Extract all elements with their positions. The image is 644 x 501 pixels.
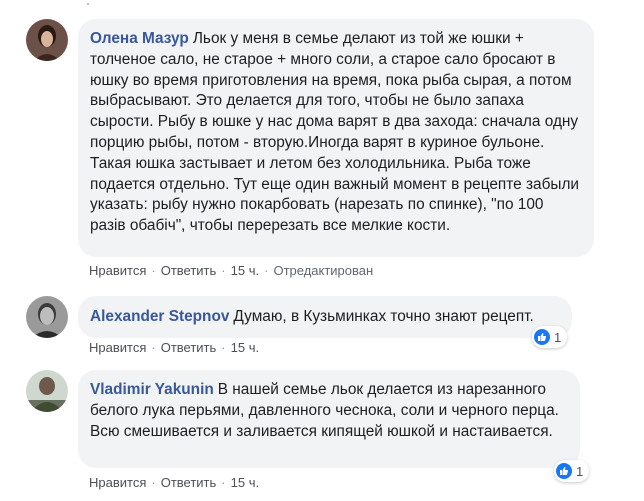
timestamp[interactable]: 15 ч.	[231, 263, 259, 278]
like-thumb-icon	[556, 463, 572, 479]
comment-actions: Нравится · Ответить · 15 ч. · Отредактирован	[89, 263, 374, 278]
comment-bubble: Vladimir Yakunin В нашей семье льок делае…	[78, 370, 580, 468]
comment-author[interactable]: Олена Мазур	[90, 30, 189, 47]
like-link[interactable]: Нравится	[89, 475, 146, 490]
previous-comment-actions-stub: ·	[0, 0, 644, 6]
timestamp[interactable]: 15 ч.	[231, 475, 259, 490]
timestamp[interactable]: 15 ч.	[231, 340, 259, 355]
comment-author[interactable]: Vladimir Yakunin	[90, 381, 214, 398]
reaction-count: 1	[554, 329, 562, 345]
avatar[interactable]	[26, 370, 68, 412]
reply-link[interactable]: Ответить	[161, 340, 217, 355]
comment-actions: Нравится · Ответить · 15 ч.	[89, 340, 260, 355]
comment-text: Льок у меня в семье делают из той же юшк…	[90, 30, 580, 235]
reply-link[interactable]: Ответить	[161, 263, 217, 278]
comment-bubble: Олена Мазур Льок у меня в семье делают из…	[78, 19, 594, 257]
comment-actions: Нравится · Ответить · 15 ч.	[89, 475, 260, 490]
reaction-summary[interactable]: 1	[532, 326, 568, 348]
like-link[interactable]: Нравится	[89, 263, 146, 278]
reaction-count: 1	[576, 463, 584, 479]
avatar[interactable]	[26, 19, 68, 61]
avatar[interactable]	[26, 296, 68, 338]
like-link[interactable]: Нравится	[89, 340, 146, 355]
comment-text: Думаю, в Кузьминках точно знают рецепт.	[233, 308, 534, 325]
comment-author[interactable]: Alexander Stepnov	[90, 308, 229, 325]
edited-label[interactable]: Отредактирован	[273, 263, 373, 278]
reply-link[interactable]: Ответить	[161, 475, 217, 490]
reaction-summary[interactable]: 1	[554, 460, 590, 482]
comment-bubble: Alexander Stepnov Думаю, в Кузьминках точ…	[78, 296, 572, 338]
like-thumb-icon	[534, 329, 550, 345]
